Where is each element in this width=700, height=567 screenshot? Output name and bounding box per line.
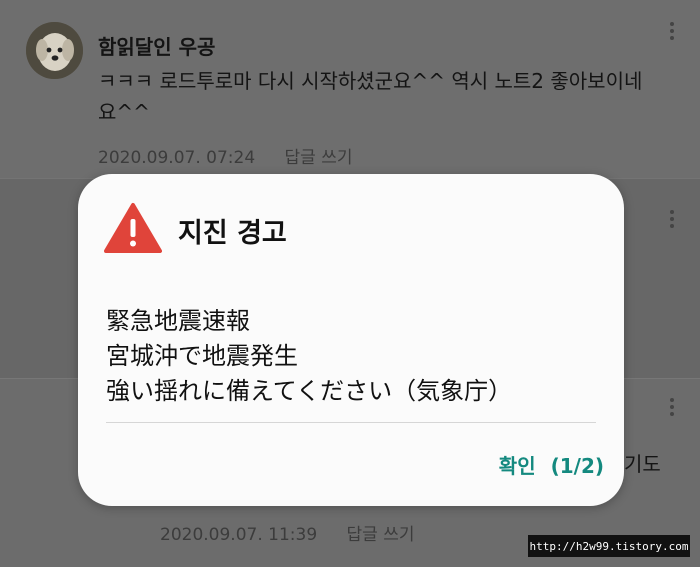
more-options-icon[interactable] [668, 22, 676, 40]
watermark: http://h2w99.tistory.com [528, 535, 690, 557]
reply-button[interactable]: 답글 쓰기 [347, 525, 415, 545]
comment-date: 2020.09.07. 11:39 [160, 525, 318, 545]
comment-date: 2020.09.07. 07:24 [98, 148, 256, 168]
comment-meta: 2020.09.07. 11:39 답글 쓰기 [160, 520, 439, 545]
reply-button[interactable]: 답글 쓰기 [285, 148, 353, 168]
earthquake-alert-dialog: 지진 경고 緊急地震速報 宮城沖で地震発生 強い揺れに備えてください（気象庁） … [78, 174, 624, 506]
alert-message-line: 宮城沖で地震発生 [106, 342, 298, 370]
alert-message-line: 緊急地震速報 [106, 307, 250, 335]
divider [106, 422, 596, 423]
dog-avatar-icon [26, 22, 83, 79]
comment-author[interactable]: 함읽달인 우공 [98, 31, 215, 60]
alert-message-line: 強い揺れに備えてください（気象庁） [106, 377, 513, 405]
comment-item: 함읽달인 우공 ㅋㅋㅋ 로드투로마 다시 시작하셨군요^^ 역시 노트2 좋아보… [0, 0, 700, 178]
alert-title: 지진 경고 [178, 218, 287, 249]
comment-meta: 2020.09.07. 07:24 답글 쓰기 [98, 143, 377, 168]
page-indicator: (1/2) [550, 454, 604, 478]
alert-message: 緊急地震速報 宮城沖で地震発生 強い揺れに備えてください（気象庁） [106, 304, 512, 409]
avatar[interactable] [26, 22, 83, 79]
comment-text-fragment: 기도 [624, 452, 661, 476]
comment-text: ㅋㅋㅋ 로드투로마 다시 시작하셨군요^^ 역시 노트2 좋아보이네요^^ [98, 69, 643, 124]
confirm-label: 확인 [498, 454, 536, 478]
warning-triangle-icon [104, 203, 162, 253]
more-options-icon[interactable] [668, 398, 676, 416]
more-options-icon[interactable] [668, 210, 676, 228]
confirm-button[interactable]: 확인 (1/2) [499, 450, 604, 479]
